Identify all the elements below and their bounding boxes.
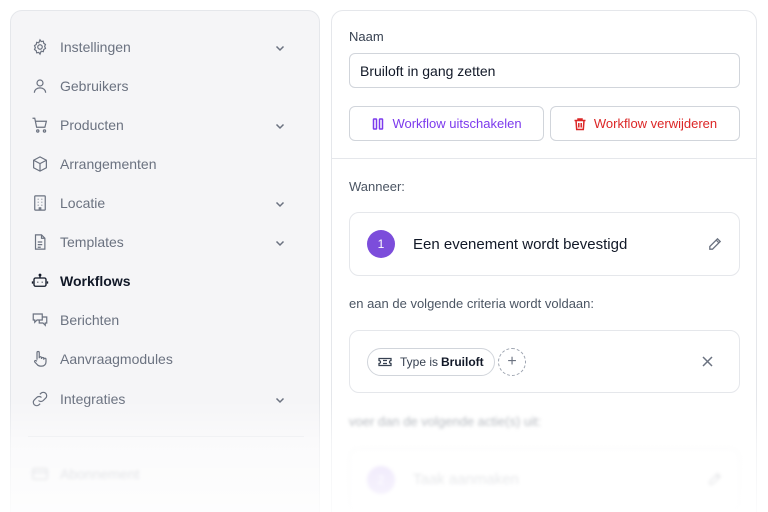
disable-workflow-label: Workflow uitschakelen (392, 116, 522, 131)
sidebar-item-label: Locatie (60, 195, 106, 211)
sidebar-item-workflows[interactable]: Workflows (30, 269, 290, 293)
sidebar-item-templates[interactable]: Templates (30, 230, 290, 254)
pause-icon (371, 117, 385, 131)
chip-value: Bruiloft (441, 355, 484, 369)
chevron-down-icon (274, 393, 286, 405)
sidebar-item-integraties[interactable]: Integraties (30, 387, 290, 411)
criteria-chip[interactable]: Type is Bruiloft (367, 348, 495, 376)
chevron-down-icon (274, 236, 286, 248)
name-label: Naam (349, 29, 384, 44)
sidebar-item-aanvraagmodules[interactable]: Aanvraagmodules (30, 347, 290, 371)
delete-workflow-button[interactable]: Workflow verwijderen (550, 106, 740, 141)
sidebar-item-instellingen[interactable]: Instellingen (30, 35, 290, 59)
pointer-hand-icon (30, 349, 50, 369)
sidebar-item-label: Templates (60, 234, 124, 250)
close-icon[interactable] (701, 355, 714, 368)
link-icon (30, 389, 50, 409)
pencil-icon[interactable] (708, 472, 722, 486)
panel-divider (332, 158, 756, 159)
criteria-section-label: en aan de volgende criteria wordt voldaa… (349, 296, 594, 311)
sidebar-item-arrangementen[interactable]: Arrangementen (30, 152, 290, 176)
sidebar-item-label: Gebruikers (60, 78, 129, 94)
trash-icon (573, 117, 587, 131)
sidebar-item-label: Workflows (60, 273, 131, 289)
sidebar-item-locatie[interactable]: Locatie (30, 191, 290, 215)
disable-workflow-button[interactable]: Workflow uitschakelen (349, 106, 544, 141)
sidebar-item-label: Instellingen (60, 39, 131, 55)
chat-icon (30, 310, 50, 330)
sidebar-item-label: Producten (60, 117, 124, 133)
trigger-section-label: Wanneer: (349, 179, 405, 194)
user-icon (30, 76, 50, 96)
ticket-icon (378, 355, 392, 369)
name-input[interactable] (349, 53, 740, 88)
sidebar-divider (28, 436, 304, 437)
sidebar-item-producten[interactable]: Producten (30, 113, 290, 137)
delete-workflow-label: Workflow verwijderen (593, 116, 718, 131)
sidebar-item-label: Berichten (60, 312, 120, 328)
robot-icon (30, 271, 50, 291)
building-icon (30, 193, 50, 213)
action-card[interactable] (349, 448, 740, 512)
trigger-title: Een evenement wordt bevestigd (413, 236, 628, 253)
sidebar-item-berichten[interactable]: Berichten (30, 308, 290, 332)
add-criteria-button[interactable]: + (498, 348, 526, 376)
box-icon (30, 154, 50, 174)
action-title: Taak aanmaken (413, 471, 519, 488)
cart-icon (30, 115, 50, 135)
chevron-down-icon (274, 41, 286, 53)
gear-icon (30, 37, 50, 57)
trigger-step-number: 1 (367, 230, 395, 258)
chip-prefix: Type is (400, 355, 439, 369)
sidebar-item-abonnement[interactable]: Abonnement (30, 462, 290, 486)
document-icon (30, 232, 50, 252)
sidebar-item-gebruikers[interactable]: Gebruikers (30, 74, 290, 98)
sidebar-item-label: Abonnement (60, 466, 140, 482)
action-step-number: 2 (367, 466, 395, 494)
pencil-icon[interactable] (708, 237, 722, 251)
sidebar-item-label: Arrangementen (60, 156, 157, 172)
sidebar-item-label: Integraties (60, 391, 126, 407)
credit-card-icon (30, 464, 50, 484)
actions-section-label: voer dan de volgende actie(s) uit: (349, 414, 542, 429)
sidebar-item-label: Aanvraagmodules (60, 351, 173, 367)
chevron-down-icon (274, 119, 286, 131)
chevron-down-icon (274, 197, 286, 209)
